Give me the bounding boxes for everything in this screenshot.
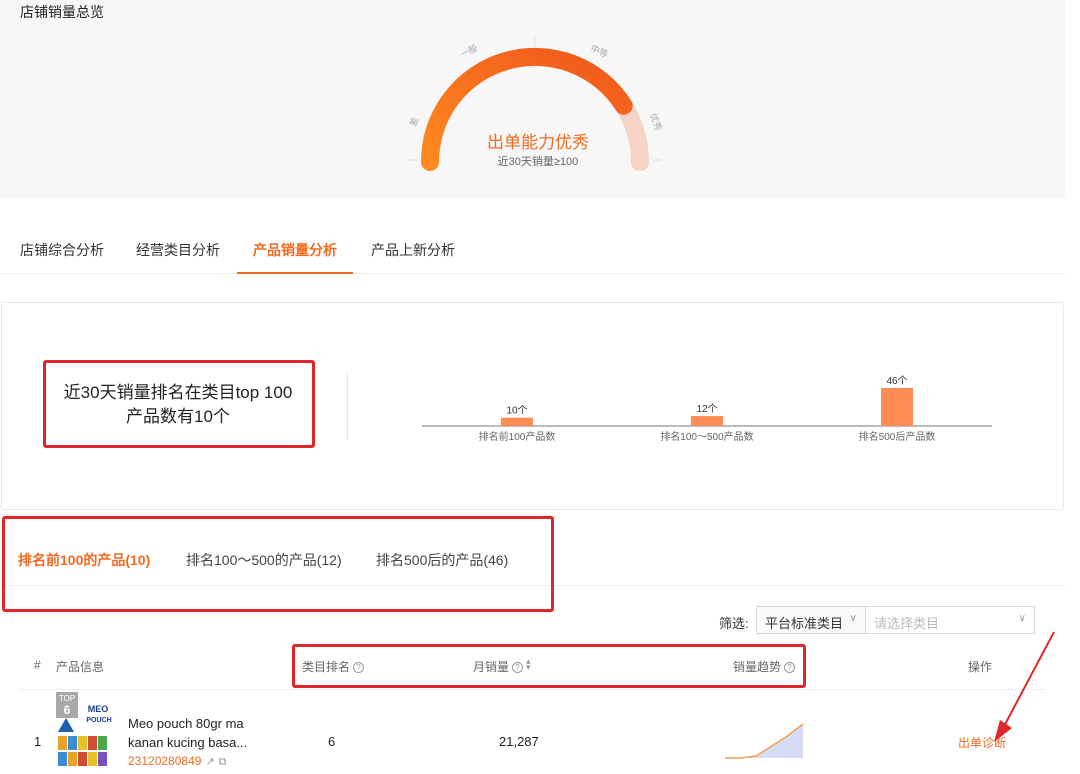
- filter-label: 筛选:: [719, 616, 749, 631]
- chart-bar-0: [501, 417, 533, 426]
- annotation-arrow: [994, 631, 1055, 742]
- col-action: 操作: [968, 660, 993, 674]
- chart-category-label-1: 排名100～500产品数: [660, 430, 753, 443]
- summary-line-1: 近30天销量排名在类目top 100: [63, 383, 293, 402]
- product-id: 23120280849 ↗ ⧉: [128, 754, 227, 769]
- chart-category-label-0: 排名前100产品数: [479, 430, 556, 443]
- chart-category-label-2: 排名500后产品数: [859, 430, 936, 443]
- table-row: 1 MEO POUCH TOP 6 Meo pouch 80gr ma kana…: [20, 690, 1045, 774]
- overview-title: 店铺销量总览: [20, 4, 104, 20]
- row-category-rank: 6: [328, 734, 336, 749]
- chart-bar-1: [691, 416, 723, 426]
- gauge-label-excellent: 优秀: [648, 111, 664, 132]
- stats-divider: [347, 372, 348, 440]
- tab-category-analysis[interactable]: 经营类目分析: [136, 240, 220, 260]
- annotation-box-columns: [292, 644, 806, 688]
- rank-distribution-chart: 10个排名前100产品数 12个排名100～500产品数 46个排名500后产品数: [422, 375, 992, 443]
- tab-new-product-analysis[interactable]: 产品上新分析: [371, 240, 455, 260]
- annotation-box-subtabs: [2, 516, 554, 612]
- top-rank-badge: TOP 6: [56, 692, 78, 718]
- gauge-label-fair: 一般: [458, 42, 479, 60]
- col-index: #: [34, 658, 41, 672]
- chart-data-label-1: 12个: [696, 403, 717, 415]
- thumb-brand: MEO: [88, 704, 109, 714]
- external-link-icon[interactable]: ↗: [205, 755, 214, 768]
- top-badge-label: TOP: [58, 694, 76, 703]
- chart-data-label-0: 10个: [506, 405, 527, 417]
- product-name-link[interactable]: Meo pouch 80gr ma kanan kucing basa...: [128, 714, 248, 752]
- gauge-status-subtext: 近30天销量≥100: [497, 156, 579, 168]
- top100-summary: 近30天销量排名在类目top 100 产品数有10个: [43, 381, 313, 429]
- tab-store-analysis[interactable]: 店铺综合分析: [20, 240, 104, 260]
- active-tab-underline: [237, 272, 353, 274]
- gauge-status-text: 出单能力优秀: [487, 133, 589, 152]
- chevron-down-icon: ∨: [1018, 613, 1026, 624]
- row-index: 1: [34, 734, 42, 749]
- copy-icon[interactable]: ⧉: [219, 756, 227, 769]
- sales-trend-sparkline: [725, 723, 804, 759]
- category-type-select[interactable]: 平台标准类目 ∨: [756, 606, 866, 634]
- top-badge-number: 6: [63, 703, 71, 717]
- product-id-value[interactable]: 23120280849: [128, 754, 201, 768]
- tab-product-sales-analysis[interactable]: 产品销量分析: [253, 240, 337, 260]
- chevron-down-icon: ∨: [849, 613, 857, 624]
- row-monthly-sales: 21,287: [499, 734, 539, 749]
- analysis-tabs: 店铺综合分析 经营类目分析 产品销量分析 产品上新分析: [0, 226, 1065, 274]
- chart-data-label-2: 46个: [886, 375, 907, 387]
- category-placeholder: 请选择类目: [874, 616, 940, 631]
- sparkline-area: [725, 724, 803, 758]
- category-type-value: 平台标准类目: [765, 616, 844, 631]
- chart-bar-2: [881, 388, 913, 426]
- thumb-sub: POUCH: [86, 717, 111, 724]
- gauge-label-medium: 中等: [589, 42, 610, 60]
- gauge-label-poor: 差: [407, 116, 420, 128]
- col-product-info: 产品信息: [56, 660, 105, 674]
- summary-line-2: 产品数有10个: [126, 407, 230, 426]
